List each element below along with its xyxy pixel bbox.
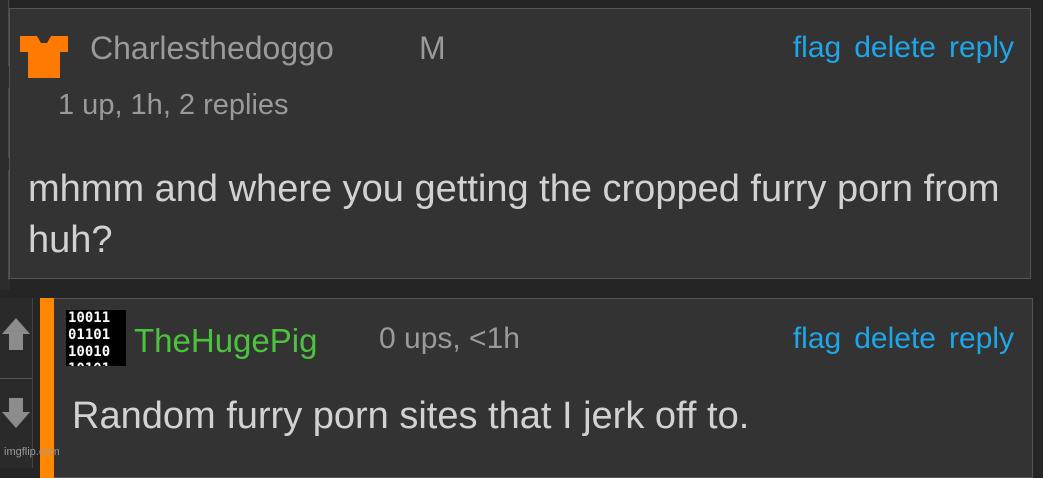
reply-text: Random furry porn sites that I jerk off … [72,395,750,437]
comment-text: mhmm and where you getting the cropped f… [28,168,1000,261]
upvote-arrow-stem[interactable] [9,334,23,350]
comment-actions: flag delete reply [793,31,1014,65]
downvote-arrow-stem[interactable] [9,398,23,412]
flag-link[interactable]: flag [793,322,841,356]
delete-link[interactable]: delete [854,31,936,65]
upvote-arrow-icon[interactable] [2,318,30,334]
watermark: imgflip.com [4,446,60,458]
flag-link[interactable]: flag [793,31,841,65]
reply-link[interactable]: reply [949,31,1014,65]
comment-username[interactable]: Charlesthedoggo [90,30,334,67]
downvote-arrow-icon[interactable] [2,412,30,428]
reply-actions: flag delete reply [793,322,1014,356]
comment-meta: 1 up, 1h, 2 replies [58,89,289,121]
reply-meta: 0 ups, <1h [379,322,520,355]
binary-avatar: 10011 01101 10010 10101 [66,310,126,366]
reply-link[interactable]: reply [949,322,1014,356]
user-flair: M [419,30,446,66]
reply-username[interactable]: TheHugePig [134,322,317,360]
orange-shirt-icon [20,36,68,78]
delete-link[interactable]: delete [854,322,936,356]
vote-divider [0,378,32,379]
